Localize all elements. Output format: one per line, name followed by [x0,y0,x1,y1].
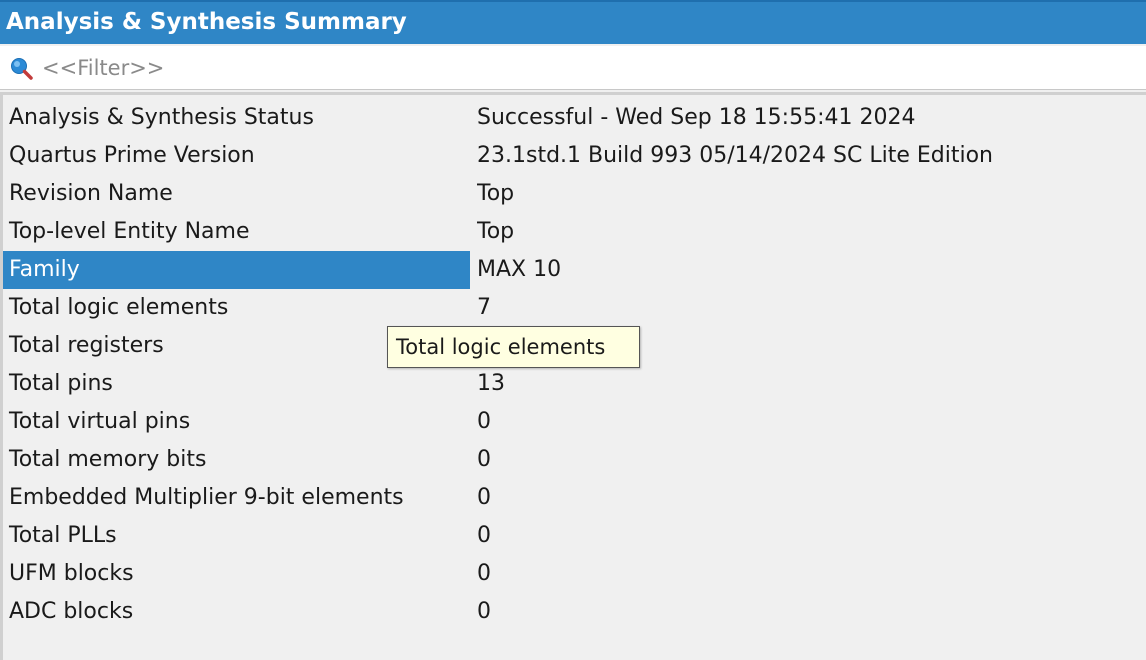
row-value: Top [477,219,515,244]
summary-table: Analysis & Synthesis Status Successful -… [0,92,1146,660]
row-label: Total PLLs [9,523,117,548]
row-label: Revision Name [9,181,173,206]
search-icon[interactable] [9,56,33,80]
row-value: 7 [477,295,491,320]
table-row[interactable]: Analysis & Synthesis Status Successful -… [3,99,1146,137]
table-row[interactable]: Total logic elements 7 [3,289,1146,327]
filter-input[interactable] [42,53,1132,83]
table-row[interactable]: Total PLLs 0 [3,517,1146,555]
table-row[interactable]: Total memory bits 0 [3,441,1146,479]
row-value: 0 [477,523,491,548]
row-label: Total logic elements [9,295,229,320]
analysis-synthesis-summary-window: Analysis & Synthesis Summary Analysis & … [0,0,1146,660]
row-label: Top-level Entity Name [9,219,250,244]
row-value: 0 [477,561,491,586]
row-value: 0 [477,409,491,434]
window-title: Analysis & Synthesis Summary [6,9,407,35]
row-value: Successful - Wed Sep 18 15:55:41 2024 [477,105,916,130]
filter-bar [0,46,1146,90]
table-row[interactable]: ADC blocks 0 [3,593,1146,631]
row-value: 13 [477,371,505,396]
row-label: Total pins [9,371,113,396]
row-label: Family [3,251,470,289]
row-label: UFM blocks [9,561,134,586]
table-row[interactable]: Top-level Entity Name Top [3,213,1146,251]
row-label: Embedded Multiplier 9-bit elements [9,485,404,510]
table-row[interactable]: Total pins 13 [3,365,1146,403]
table-row[interactable]: Embedded Multiplier 9-bit elements 0 [3,479,1146,517]
row-label: Total virtual pins [9,409,191,434]
table-row[interactable]: Revision Name Top [3,175,1146,213]
row-value: 0 [477,447,491,472]
row-value: 0 [477,485,491,510]
row-value: 23.1std.1 Build 993 05/14/2024 SC Lite E… [477,143,993,168]
tooltip: Total logic elements [387,326,640,368]
table-row[interactable]: Quartus Prime Version 23.1std.1 Build 99… [3,137,1146,175]
table-row[interactable]: UFM blocks 0 [3,555,1146,593]
row-label: Total memory bits [9,447,207,472]
title-bar: Analysis & Synthesis Summary [0,0,1146,44]
table-row[interactable]: Total virtual pins 0 [3,403,1146,441]
row-label: Analysis & Synthesis Status [9,105,314,130]
table-row-selected[interactable]: Family MAX 10 [3,251,1146,289]
row-label: ADC blocks [9,599,134,624]
row-label: Quartus Prime Version [9,143,255,168]
row-value: 0 [477,599,491,624]
row-value: MAX 10 [477,257,562,282]
row-value: Top [477,181,515,206]
